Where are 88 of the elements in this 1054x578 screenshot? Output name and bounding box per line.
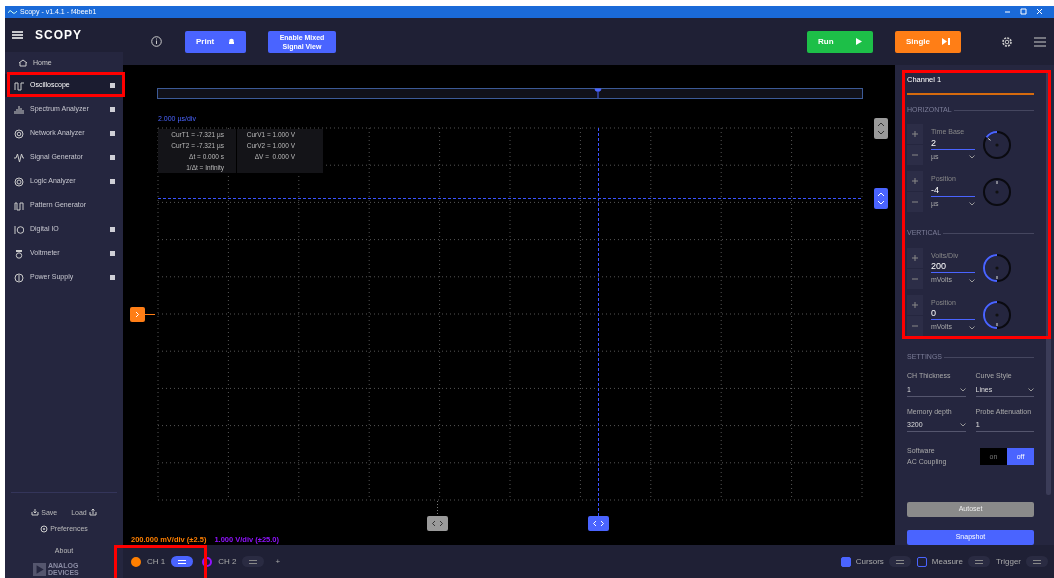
sliders-icon	[895, 558, 904, 565]
print-icon	[228, 38, 235, 45]
info-icon[interactable]	[151, 36, 162, 47]
power-icon	[14, 272, 24, 283]
plus-icon	[912, 254, 918, 261]
decrement-button[interactable]	[907, 315, 923, 336]
scrollbar[interactable]	[1046, 71, 1051, 495]
status-indicator	[110, 107, 115, 112]
plus-icon	[912, 178, 918, 185]
minus-icon	[912, 154, 918, 157]
value-field[interactable]: 200	[931, 261, 975, 274]
channel-marker[interactable]	[130, 307, 156, 322]
cursor-handle[interactable]	[874, 118, 888, 139]
home-icon	[18, 59, 28, 67]
settings-toggle[interactable]	[967, 556, 990, 567]
meter-icon	[14, 248, 24, 259]
chevron-down-icon	[969, 202, 975, 207]
channel-label[interactable]: CH 1	[147, 555, 166, 568]
decrement-button[interactable]	[907, 192, 923, 213]
checkbox[interactable]	[840, 556, 851, 567]
status-indicator	[110, 131, 115, 136]
upload-icon	[88, 509, 97, 517]
add-channel-button[interactable]: +	[275, 555, 281, 568]
status-indicator	[110, 275, 115, 280]
play-icon	[856, 38, 862, 45]
decrement-button[interactable]	[907, 268, 923, 289]
time-scrollbar[interactable]	[157, 88, 863, 99]
channel-label[interactable]: CH 2	[218, 555, 237, 568]
minus-icon	[912, 201, 918, 204]
menu-label[interactable]: Trigger	[995, 555, 1021, 568]
chevron-down-icon	[959, 387, 966, 392]
cursor-handle[interactable]	[427, 516, 448, 531]
app-icon	[8, 9, 17, 15]
value-field[interactable]: 0	[931, 308, 975, 321]
chevron-down-icon	[959, 423, 966, 428]
waveform-icon	[14, 80, 24, 91]
status-indicator	[110, 227, 115, 232]
minus-icon	[912, 324, 918, 327]
trigger-position-marker[interactable]	[594, 88, 602, 99]
increment-button[interactable]	[907, 294, 923, 315]
wave-icon	[14, 152, 24, 163]
settings-icon	[40, 525, 49, 534]
cursor-line	[437, 500, 438, 517]
input-field[interactable]: 1	[975, 419, 1034, 433]
chevron-down-icon	[969, 325, 975, 330]
status-indicator	[110, 83, 115, 88]
bars-icon	[14, 104, 24, 115]
checkbox[interactable]	[916, 556, 927, 567]
menu-label[interactable]: Cursors	[855, 555, 884, 568]
chevron-down-icon	[969, 155, 975, 160]
spiral-icon	[14, 128, 24, 139]
minus-icon	[912, 277, 918, 280]
sliders-icon	[1033, 558, 1041, 565]
knob[interactable]	[982, 253, 1012, 284]
increment-button[interactable]	[907, 247, 923, 268]
window-controls-icon[interactable]	[1004, 8, 1044, 16]
sliders-icon	[178, 558, 187, 565]
target-icon	[14, 176, 24, 187]
knob[interactable]	[982, 300, 1012, 331]
pulse-icon	[14, 200, 24, 211]
chevron-down-icon	[1028, 387, 1034, 392]
settings-toggle[interactable]	[171, 556, 194, 567]
knob[interactable]	[982, 129, 1012, 160]
status-indicator	[110, 155, 115, 160]
trigger-level-handle[interactable]	[874, 188, 888, 209]
settings-toggle[interactable]	[1026, 556, 1048, 567]
value-field[interactable]: 2	[931, 137, 975, 150]
menu-label[interactable]: Measure	[931, 555, 963, 568]
sliders-icon	[249, 558, 258, 565]
io-icon	[14, 224, 24, 235]
step-icon	[942, 38, 950, 45]
decrement-button[interactable]	[907, 145, 923, 166]
status-indicator	[110, 251, 115, 256]
app-logo: SCOPY	[35, 27, 82, 44]
sliders-icon	[974, 558, 983, 565]
print-button[interactable]: Print	[185, 30, 246, 53]
settings-toggle[interactable]	[888, 556, 911, 567]
increment-button[interactable]	[907, 124, 923, 145]
increment-button[interactable]	[907, 171, 923, 192]
settings-icon[interactable]	[1001, 35, 1013, 48]
plus-icon	[912, 131, 918, 138]
status-indicator	[110, 179, 115, 184]
trigger-position-handle[interactable]	[588, 516, 609, 531]
value-field[interactable]: -4	[931, 184, 975, 197]
plus-icon	[912, 301, 918, 308]
download-icon	[31, 509, 40, 517]
settings-toggle[interactable]	[242, 556, 265, 567]
chevron-down-icon	[969, 278, 975, 283]
